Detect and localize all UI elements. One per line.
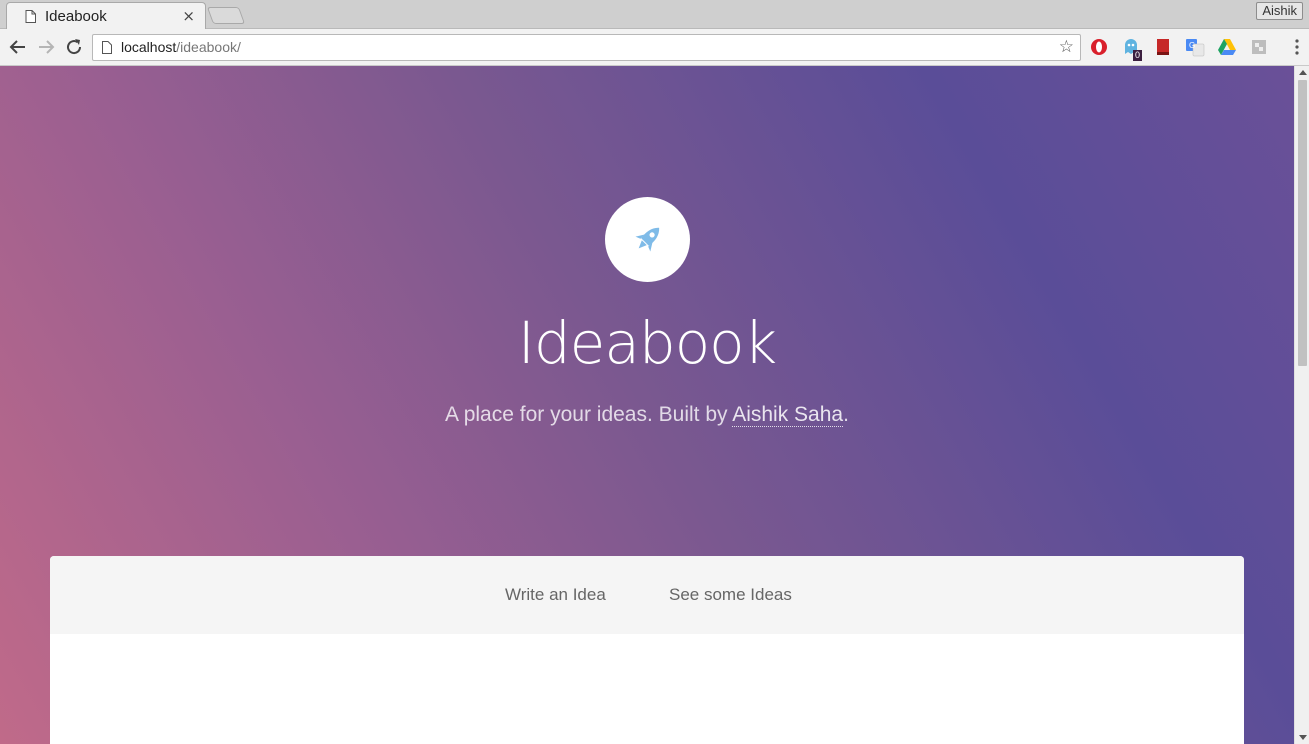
forward-arrow-icon[interactable] (34, 35, 58, 59)
url-text[interactable]: localhost/ideabook/ (121, 39, 241, 55)
new-tab-button[interactable] (206, 7, 246, 24)
page-title: Ideabook (517, 309, 778, 377)
see-ideas-link[interactable]: See some Ideas (669, 585, 792, 605)
card-body (50, 634, 1244, 744)
browser-toolbar: localhost/ideabook/ ☆ 0 G (0, 29, 1309, 66)
page-favicon-icon (25, 10, 36, 23)
url-host: localhost (121, 39, 177, 55)
tab-strip: Ideabook × Aishik (0, 0, 1309, 30)
book-extension-icon[interactable] (1153, 37, 1173, 57)
address-bar[interactable]: localhost/ideabook/ ☆ (92, 34, 1081, 61)
scroll-thumb[interactable] (1298, 80, 1307, 366)
puzzle-extension-icon[interactable] (1249, 37, 1269, 57)
google-translate-icon[interactable]: G (1185, 37, 1205, 57)
reload-icon[interactable] (62, 35, 86, 59)
svg-text:G: G (1189, 41, 1195, 50)
subtitle-period: . (843, 403, 849, 426)
back-arrow-icon[interactable] (6, 35, 30, 59)
page-subtitle: A place for your ideas. Built by Aishik … (0, 403, 1294, 427)
card-navigation: Write an Idea See some Ideas (50, 556, 1244, 634)
main-card: Write an Idea See some Ideas (50, 556, 1244, 744)
browser-tab[interactable]: Ideabook × (6, 2, 206, 30)
logo-badge (605, 197, 690, 282)
google-drive-icon[interactable] (1217, 37, 1237, 57)
ghostery-badge: 0 (1133, 50, 1143, 61)
bookmark-star-icon[interactable]: ☆ (1059, 37, 1074, 57)
tab-close-icon[interactable]: × (182, 7, 195, 25)
opera-extension-icon[interactable] (1089, 37, 1109, 57)
url-path: /ideabook/ (176, 39, 241, 55)
page-info-icon[interactable] (102, 41, 112, 54)
rocket-icon (635, 227, 660, 252)
vertical-scrollbar[interactable] (1294, 66, 1309, 744)
subtitle-text: A place for your ideas. Built by (445, 403, 733, 426)
tab-title: Ideabook (45, 8, 107, 25)
browser-menu-icon[interactable] (1295, 38, 1299, 56)
page-viewport: Ideabook A place for your ideas. Built b… (0, 66, 1294, 744)
profile-button[interactable]: Aishik (1256, 2, 1303, 20)
scroll-down-arrow-icon[interactable] (1299, 735, 1307, 740)
author-link[interactable]: Aishik Saha (732, 403, 844, 427)
write-idea-link[interactable]: Write an Idea (505, 585, 606, 605)
scroll-up-arrow-icon[interactable] (1299, 70, 1307, 75)
